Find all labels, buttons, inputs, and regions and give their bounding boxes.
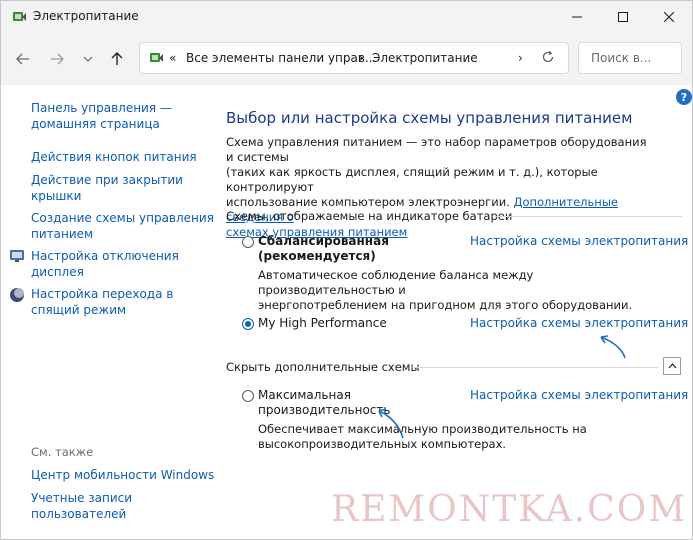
maximize-button[interactable] [600, 1, 646, 33]
ultimate-performance-plan-name[interactable]: Максимальная производительность [258, 388, 390, 418]
power-options-icon [13, 12, 26, 21]
description-line: (таких как яркость дисплея, спящий режим… [226, 165, 598, 194]
power-options-window: Электропитание « Все элементы панели упр… [0, 0, 693, 540]
balanced-plan-settings-link[interactable]: Настройка схемы электропитания [470, 234, 688, 248]
description-line: Схема управления питанием — это набор па… [226, 135, 647, 164]
balanced-plan-name[interactable]: Сбалансированная (рекомендуется) [258, 234, 389, 264]
section-divider [495, 216, 682, 217]
plan-name-line: Сбалансированная [258, 234, 389, 248]
minimize-icon [572, 16, 582, 18]
description-text: использование компьютером электроэнергии… [226, 195, 510, 209]
high-performance-plan-settings-link[interactable]: Настройка схемы электропитания [470, 316, 688, 330]
sidebar-item-label: Действия кнопок питания [31, 150, 197, 164]
page-description: Схема управления питанием — это набор па… [226, 135, 656, 240]
plan-description-line: Обеспечивает максимальную производительн… [258, 422, 587, 436]
plan-description-line: высокопроизводительных компьютерах. [258, 437, 507, 451]
watermark-text: REMONTKA.COM [331, 489, 688, 530]
hidden-plans-heading: Скрыть дополнительные схемы [226, 360, 420, 374]
sidebar-item-label: Центр мобильности Windows [31, 468, 215, 482]
search-placeholder: Поиск в... [591, 51, 652, 65]
forward-button[interactable] [46, 48, 68, 70]
sidebar-item-user-accounts[interactable]: Учетные записи пользователей [31, 490, 132, 522]
breadcrumb-overflow[interactable]: « [169, 51, 176, 65]
refresh-button[interactable] [541, 50, 559, 68]
arrow-right-icon [51, 53, 64, 65]
help-icon: ? [680, 90, 688, 104]
close-icon [664, 12, 674, 22]
search-input[interactable]: Поиск в... [578, 42, 682, 74]
high-performance-plan-name[interactable]: My High Performance [258, 316, 387, 331]
annotation-arrow-icon [378, 408, 404, 439]
sidebar-item-label: Создание схемы управления [31, 211, 214, 225]
breadcrumb-separator[interactable]: › [518, 51, 523, 65]
sidebar-item-label: Учетные записи [31, 491, 133, 505]
page-title: Выбор или настройка схемы управления пит… [226, 109, 633, 127]
address-bar[interactable]: « Все элементы панели управ... › Электро… [139, 42, 569, 74]
arrow-left-icon [16, 53, 29, 65]
sidebar-item-label: Настройка перехода в [31, 287, 174, 301]
balanced-plan-radio[interactable] [242, 236, 254, 248]
balanced-plan-description: Автоматическое соблюдение баланса между … [258, 268, 658, 313]
sidebar-item-label: питанием [31, 227, 94, 241]
back-button[interactable] [12, 48, 34, 70]
annotation-arrow-icon [600, 335, 626, 359]
see-also-heading: См. также [31, 445, 94, 459]
window-title: Электропитание [33, 9, 139, 23]
sidebar-item-mobility-center[interactable]: Центр мобильности Windows [31, 467, 214, 483]
sidebar-home-line1: Панель управления — [31, 101, 172, 115]
ultimate-performance-plan-settings-link[interactable]: Настройка схемы электропитания [470, 388, 688, 402]
high-performance-plan-radio[interactable] [242, 318, 254, 330]
ultimate-performance-plan-description: Обеспечивает максимальную производительн… [258, 422, 658, 452]
chevron-down-icon [83, 56, 93, 62]
sidebar-item-display-off[interactable]: Настройка отключения дисплея [31, 248, 179, 280]
sidebar-home-line2: домашняя страница [31, 117, 160, 131]
display-off-icon [10, 250, 24, 262]
ultimate-performance-plan-radio[interactable] [242, 390, 254, 402]
maximize-icon [618, 12, 628, 22]
title-bar: Электропитание [1, 1, 692, 33]
breadcrumb-power-options[interactable]: Электропитание [372, 51, 478, 65]
breadcrumb-separator[interactable]: › [359, 51, 364, 65]
sidebar-item-create-plan[interactable]: Создание схемы управления питанием [31, 210, 214, 242]
arrow-up-icon [111, 52, 123, 65]
section-divider [412, 367, 658, 368]
refresh-icon [542, 50, 554, 63]
sidebar-item-label: Действие при закрытии [31, 173, 183, 187]
sidebar-item-sleep[interactable]: Настройка перехода в спящий режим [31, 286, 173, 318]
sleep-moon-icon [10, 288, 24, 302]
breadcrumb-all-items[interactable]: Все элементы панели управ... [186, 51, 376, 65]
plan-description-line: Автоматическое соблюдение баланса между … [258, 268, 534, 297]
battery-plans-heading: Схемы, отображаемые на индикаторе батаре… [226, 209, 513, 223]
sidebar-item-label: пользователей [31, 507, 127, 521]
sidebar-item-label: дисплея [31, 265, 84, 279]
plan-name-line: производительность [258, 403, 391, 417]
sidebar-item-label: крышки [31, 189, 82, 203]
sidebar-home-link[interactable]: Панель управления — домашняя страница [31, 100, 172, 132]
sidebar-item-label: спящий режим [31, 303, 127, 317]
up-button[interactable] [106, 48, 128, 70]
help-button[interactable]: ? [676, 89, 692, 105]
close-button[interactable] [646, 1, 692, 33]
plan-name-line: (рекомендуется) [258, 249, 376, 263]
sidebar-item-lid-close[interactable]: Действие при закрытии крышки [31, 172, 183, 204]
chevron-up-icon [668, 363, 676, 369]
minimize-button[interactable] [554, 1, 600, 33]
control-panel-icon [150, 53, 163, 62]
collapse-hidden-plans-button[interactable] [663, 357, 681, 375]
plan-name-line: Максимальная [258, 388, 351, 402]
plan-description-line: энергопотреблением на пригодном для этог… [258, 298, 633, 312]
sidebar-item-label: Настройка отключения [31, 249, 179, 263]
recent-locations-button[interactable] [77, 48, 99, 70]
sidebar-item-power-buttons[interactable]: Действия кнопок питания [31, 149, 197, 165]
